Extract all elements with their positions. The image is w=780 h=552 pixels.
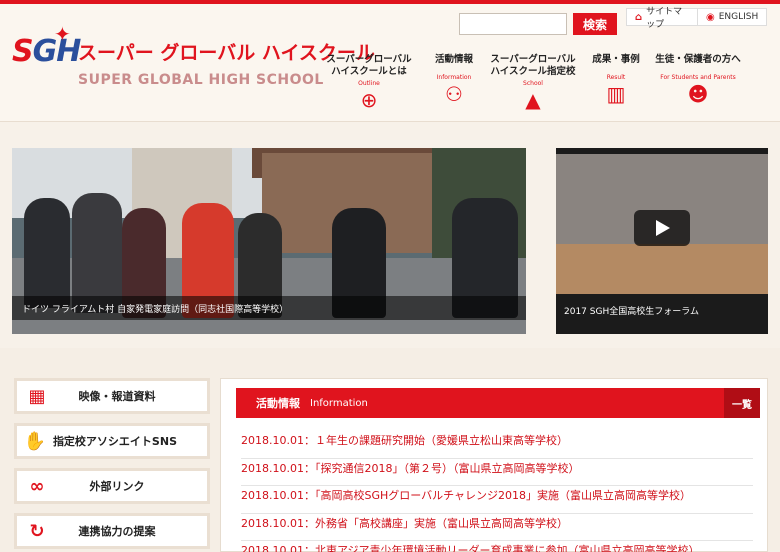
sidebar-media-button[interactable]: ▦ 映像・報道資料 [14, 378, 210, 414]
news-item[interactable]: 2018.10.01：外務省「高校講座」実施（富山県立高岡高等学校） [241, 514, 753, 541]
play-icon [656, 220, 670, 236]
nav-item-students-parents[interactable]: 生徒・保護者の方へ For Students and Parents ☻ [650, 54, 746, 105]
sitemap-icon: ⌂ [635, 11, 643, 23]
nav-sub: Result [606, 74, 626, 81]
news-subtitle: Information [310, 397, 368, 409]
site-logo[interactable]: SGH ✦ スーパー グローバル ハイスクール SUPER GLOBAL HIG… [12, 22, 375, 96]
sidebar-links-button[interactable]: ∞ 外部リンク [14, 468, 210, 504]
search-button[interactable]: 検索 [573, 13, 617, 35]
nav-sub: School [523, 80, 543, 87]
nav-item-result[interactable]: 成果・事例 Result ▥ [588, 54, 644, 105]
hero-slide[interactable]: ドイツ フライアムト村 自家発電家庭訪問（同志社国際高等学校） [12, 148, 526, 334]
nav-label: 活動情報 [434, 54, 473, 65]
news-item[interactable]: 2018.10.01：１年生の課題研究開始（愛媛県立松山東高等学校） [241, 431, 753, 459]
play-button[interactable] [634, 210, 690, 246]
search-input[interactable] [459, 13, 567, 35]
news-title: 活動情報 [256, 397, 300, 410]
film-icon: ▦ [28, 385, 46, 407]
sidebar-proposal-button[interactable]: ↻ 連携協力の提案 [14, 513, 210, 549]
nav-item-information[interactable]: 活動情報 Information ⚇ [426, 54, 482, 105]
logo-star-icon: ✦ [54, 22, 71, 46]
hero-photo-person [24, 198, 70, 308]
hero-photo-person [72, 193, 122, 313]
globe-icon: ◉ [706, 11, 715, 23]
refresh-icon: ↻ [29, 520, 45, 542]
nav-item-school[interactable]: スーパーグローバル ハイスクール指定校 School ▲ [490, 54, 576, 111]
video-floor [556, 244, 768, 294]
nav-sub: Outline [358, 80, 380, 87]
bar-chart-icon: ▥ [606, 82, 626, 106]
news-header: 活動情報 Information 一覧 [236, 388, 760, 418]
video-caption: 2017 SGH全国高校生フォーラム [564, 307, 699, 317]
link-icon: ∞ [29, 475, 45, 497]
sidebar-sns-button[interactable]: ✋ 指定校アソシエイトSNS [14, 423, 210, 459]
nav-sub: For Students and Parents [660, 74, 736, 81]
news-item[interactable]: 2018.10.01：「探究通信2018」（第２号）（富山県立高岡高等学校） [241, 459, 753, 486]
english-link[interactable]: ◉ ENGLISH [697, 8, 767, 26]
news-item[interactable]: 2018.10.01：「高岡高校SGHグローバルチャレンジ2018」実施（富山県… [241, 486, 753, 514]
english-label: ENGLISH [718, 12, 759, 22]
globe-icon: ⊕ [360, 88, 378, 112]
news-list: 2018.10.01：１年生の課題研究開始（愛媛県立松山東高等学校） 2018.… [241, 431, 753, 552]
sidebar-item-label: 映像・報道資料 [78, 390, 156, 403]
global-nav: スーパーグローバル ハイスクールとは Outline ⊕ 活動情報 Informa… [326, 54, 746, 116]
nav-item-outline[interactable]: スーパーグローバル ハイスクールとは Outline ⊕ [326, 54, 412, 111]
handshake-icon: ✋ [23, 430, 47, 452]
nav-label: 成果・事例 [592, 54, 640, 65]
nav-sub: Information [436, 74, 472, 81]
nav-label: スーパーグローバル ハイスクールとは [326, 54, 412, 77]
nav-label: スーパーグローバル ハイスクール指定校 [490, 54, 576, 77]
sidebar-item-label: 指定校アソシエイトSNS [52, 435, 177, 448]
sidebar-item-label: 外部リンク [89, 480, 145, 493]
news-item[interactable]: 2018.10.01：北東アジア青少年環境活動リーダー育成事業に参加（富山県立高… [241, 541, 753, 552]
news-all-button[interactable]: 一覧 [724, 388, 760, 418]
sitemap-label: サイトマップ [646, 7, 683, 30]
video-player[interactable] [556, 154, 768, 294]
group-icon: ☻ [687, 82, 709, 106]
sitemap-link[interactable]: ⌂ サイトマップ [626, 7, 698, 30]
sidebar-item-label: 連携協力の提案 [78, 525, 156, 538]
site-header: SGH ✦ スーパー グローバル ハイスクール SUPER GLOBAL HIG… [0, 4, 780, 122]
graduation-cap-icon: ▲ [525, 88, 541, 112]
nav-label: 生徒・保護者の方へ [655, 54, 741, 65]
site-title-en: SUPER GLOBAL HIGH SCHOOL [78, 72, 324, 88]
hero-caption: ドイツ フライアムト村 自家発電家庭訪問（同志社国際高等学校） [12, 296, 526, 320]
news-panel: 活動情報 Information 一覧 2018.10.01：１年生の課題研究開… [220, 378, 768, 552]
people-icon: ⚇ [445, 82, 463, 106]
video-panel: 2017 SGH全国高校生フォーラム [556, 148, 768, 334]
